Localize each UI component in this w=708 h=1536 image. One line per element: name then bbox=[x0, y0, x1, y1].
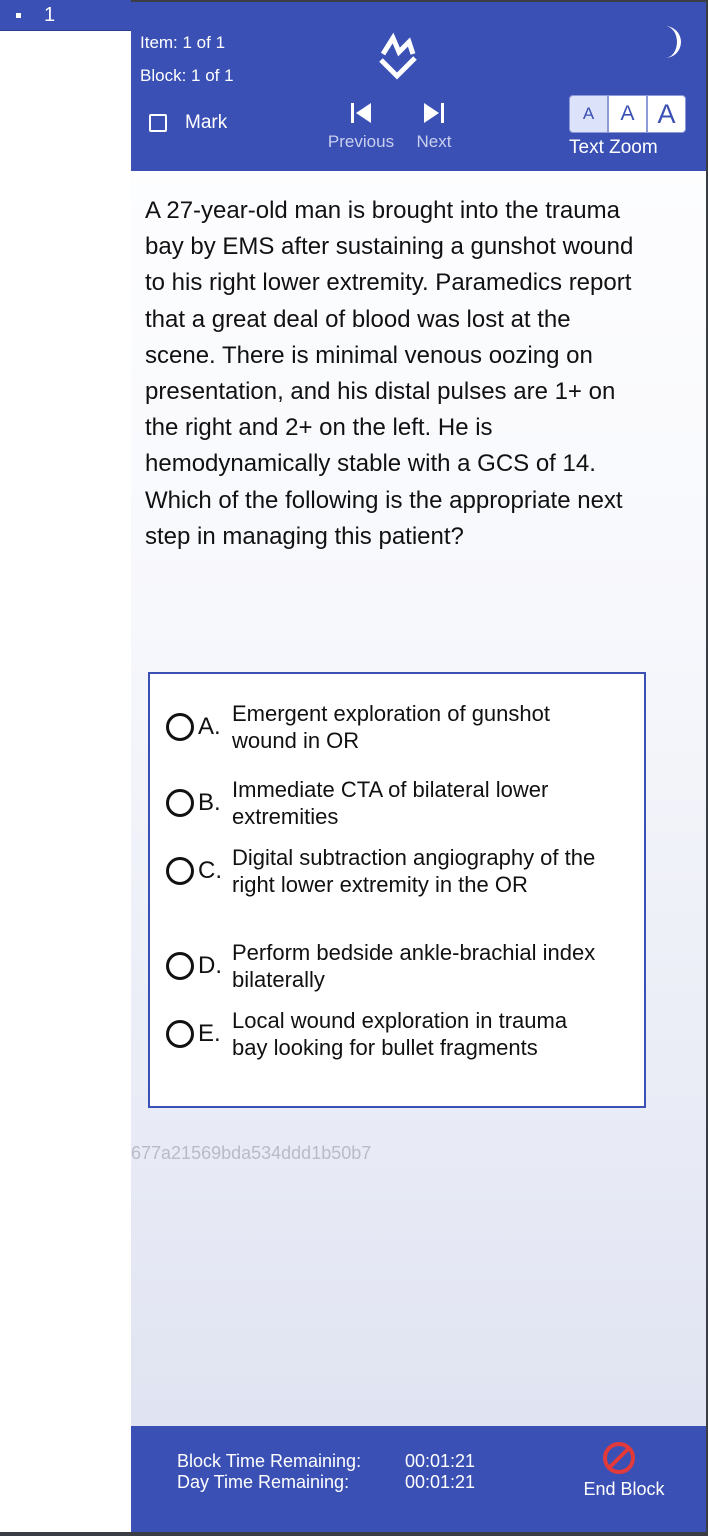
previous-icon bbox=[351, 103, 371, 123]
mark-label: Mark bbox=[185, 112, 228, 133]
answer-text: Emergent exploration of gunshot wound in… bbox=[232, 701, 550, 753]
answer-letter: A. bbox=[198, 713, 221, 740]
answer-text: Perform bedside ankle-brachial index bil… bbox=[232, 940, 596, 992]
radio-button[interactable] bbox=[166, 857, 194, 885]
next-button[interactable]: Next bbox=[408, 102, 460, 152]
next-icon bbox=[424, 103, 444, 123]
checkbox-icon[interactable] bbox=[149, 114, 167, 132]
answer-option-a[interactable]: A. Emergent exploration of gunshot wound… bbox=[166, 700, 602, 754]
answer-letter: D. bbox=[198, 952, 222, 979]
question-stem: A 27-year-old man is brought into the tr… bbox=[145, 197, 634, 550]
block-time-label: Block Time Remaining: bbox=[177, 1451, 362, 1471]
current-item-marker bbox=[16, 13, 21, 18]
answer-choices: A. Emergent exploration of gunshot wound… bbox=[148, 672, 646, 1108]
end-block-icon bbox=[603, 1442, 635, 1474]
moon-icon[interactable] bbox=[653, 24, 687, 60]
day-time-value: 00:01:21 bbox=[405, 1472, 476, 1492]
question-list-sidebar: 1 bbox=[0, 0, 131, 1532]
mark-button[interactable]: Mark bbox=[149, 110, 227, 136]
question-list-item[interactable]: 1 bbox=[0, 0, 131, 31]
question-id: 677a21569bda534ddd1b50b7 bbox=[131, 1143, 372, 1163]
previous-label: Previous bbox=[327, 132, 395, 151]
answer-option-b[interactable]: B. Immediate CTA of bilateral lower extr… bbox=[166, 776, 602, 830]
text-zoom-label: Text Zoom bbox=[569, 137, 658, 158]
zoom-large-button[interactable]: A bbox=[647, 95, 686, 133]
block-counter: Block: 1 of 1 bbox=[140, 66, 234, 85]
answer-letter: E. bbox=[198, 1020, 221, 1047]
item-counter: Item: 1 of 1 bbox=[140, 33, 226, 52]
answer-option-d[interactable]: D. Perform bedside ankle-brachial index … bbox=[166, 939, 602, 993]
day-time-label: Day Time Remaining: bbox=[177, 1472, 350, 1492]
answer-option-e[interactable]: E. Local wound exploration in trauma bay… bbox=[166, 1007, 602, 1061]
answer-option-c[interactable]: C. Digital subtraction angiography of th… bbox=[166, 844, 602, 898]
end-block-button[interactable]: End Block bbox=[574, 1441, 674, 1500]
answer-letter: B. bbox=[198, 789, 221, 816]
window-edge bbox=[0, 1532, 708, 1536]
radio-button[interactable] bbox=[166, 952, 194, 980]
footer-bar: Block Time Remaining: 00:01:21 Day Time … bbox=[131, 1426, 706, 1532]
question-number: 1 bbox=[44, 4, 56, 26]
previous-button[interactable]: Previous bbox=[320, 102, 402, 152]
answer-text: Digital subtraction angiography of the r… bbox=[232, 845, 596, 897]
zoom-small-button[interactable]: A bbox=[569, 95, 608, 133]
logo-icon bbox=[379, 32, 417, 80]
toolbar: Item: 1 of 1 Block: 1 of 1 Mark Previous bbox=[131, 2, 706, 171]
answer-letter: C. bbox=[198, 857, 222, 884]
radio-button[interactable] bbox=[166, 1020, 194, 1048]
text-zoom-group: A A A bbox=[569, 95, 693, 135]
answer-text: Immediate CTA of bilateral lower extremi… bbox=[232, 777, 549, 829]
radio-button[interactable] bbox=[166, 789, 194, 817]
main-panel: Item: 1 of 1 Block: 1 of 1 Mark Previous bbox=[131, 2, 706, 1532]
end-block-label: End Block bbox=[583, 1479, 665, 1499]
next-label: Next bbox=[416, 132, 452, 151]
block-time-value: 00:01:21 bbox=[405, 1451, 476, 1471]
zoom-medium-button[interactable]: A bbox=[608, 95, 647, 133]
radio-button[interactable] bbox=[166, 713, 194, 741]
answer-text: Local wound exploration in trauma bay lo… bbox=[232, 1008, 568, 1060]
